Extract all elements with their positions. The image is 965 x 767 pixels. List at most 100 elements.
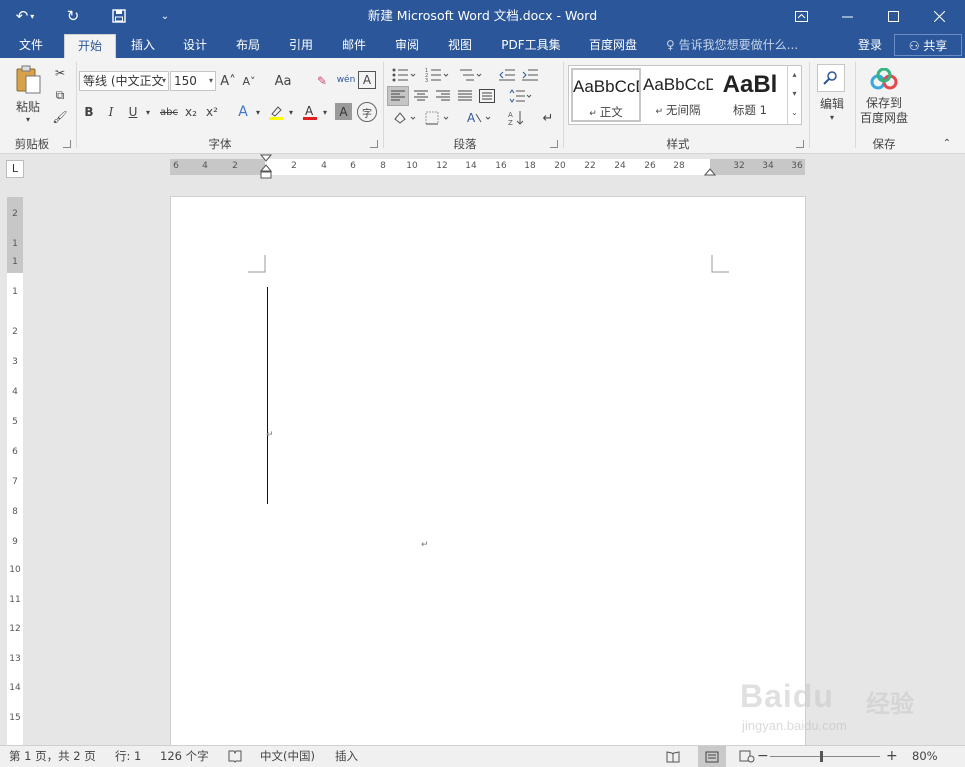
editing-label[interactable]: 编辑 <box>812 95 852 111</box>
change-case-icon[interactable]: Aa <box>268 71 298 91</box>
enclose-characters-icon[interactable]: 字 <box>357 102 377 122</box>
tab-home[interactable]: 开始 <box>64 34 116 58</box>
tab-layout[interactable]: 布局 <box>227 32 269 58</box>
character-border-icon[interactable]: A <box>358 71 376 89</box>
minimize-icon[interactable] <box>824 0 870 32</box>
subscript-button[interactable]: x₂ <box>182 102 200 122</box>
bold-button[interactable]: B <box>80 102 98 122</box>
paste-dropdown-icon[interactable]: ▾ <box>18 114 38 124</box>
sort-icon[interactable]: AZ <box>505 108 527 128</box>
copy-icon[interactable]: ⧉ <box>50 86 70 104</box>
first-line-indent-icon[interactable] <box>259 154 273 183</box>
zoom-in-button[interactable]: + <box>886 746 898 767</box>
share-button[interactable]: ⚇ 共享 <box>894 34 962 56</box>
phonetic-guide-icon[interactable]: wén <box>336 69 356 91</box>
shrink-font-icon[interactable]: A˅ <box>240 71 258 91</box>
zoom-out-button[interactable]: − <box>757 746 769 767</box>
right-indent-icon[interactable] <box>703 166 717 179</box>
styles-launcher-icon[interactable] <box>796 140 804 148</box>
borders-icon[interactable] <box>422 108 452 128</box>
italic-button[interactable]: I <box>102 102 120 122</box>
clear-formatting-icon[interactable]: ✎ <box>312 71 332 91</box>
word-count[interactable]: 126 个字 <box>160 746 209 767</box>
numbering-icon[interactable]: 123 <box>422 65 452 85</box>
paragraph-launcher-icon[interactable] <box>550 140 558 148</box>
save-icon[interactable] <box>104 0 134 32</box>
decrease-indent-icon[interactable] <box>497 65 517 85</box>
text-effects-dropdown-icon[interactable]: ▾ <box>253 102 263 122</box>
align-center-icon[interactable] <box>410 86 432 106</box>
print-layout-icon[interactable] <box>698 746 726 767</box>
styles-scroll-up-icon[interactable]: ▴ <box>787 66 801 85</box>
underline-button[interactable]: U <box>124 102 142 122</box>
read-mode-icon[interactable] <box>666 746 680 767</box>
language-indicator[interactable]: 中文(中国) <box>260 746 315 767</box>
zoom-level[interactable]: 80% <box>912 746 938 767</box>
increase-indent-icon[interactable] <box>520 65 540 85</box>
customize-icon[interactable]: ⌄ <box>150 0 180 32</box>
document-page[interactable]: ↵ ↵ <box>170 196 806 748</box>
tell-me-search[interactable]: ♀ 告诉我您想要做什么... <box>666 32 798 58</box>
justify-icon[interactable] <box>454 86 476 106</box>
tab-review[interactable]: 审阅 <box>386 32 428 58</box>
tab-insert[interactable]: 插入 <box>122 32 164 58</box>
line-number[interactable]: 行: 1 <box>115 746 141 767</box>
tab-references[interactable]: 引用 <box>280 32 322 58</box>
font-color-dropdown-icon[interactable]: ▾ <box>320 102 330 122</box>
styles-scroll-down-icon[interactable]: ▾ <box>787 85 801 104</box>
clipboard-paste-icon[interactable] <box>10 64 46 96</box>
style-normal[interactable]: AaBbCcD ↵ 正文 <box>571 68 641 122</box>
maximize-icon[interactable] <box>870 0 916 32</box>
align-right-icon[interactable] <box>432 86 454 106</box>
insert-mode[interactable]: 插入 <box>335 746 358 767</box>
chinese-layout-icon[interactable]: A <box>464 108 494 128</box>
font-name-combo[interactable]: 等线 (中文正文 ▾ <box>79 71 169 91</box>
superscript-button[interactable]: x² <box>203 102 221 122</box>
shading-icon[interactable] <box>389 108 419 128</box>
align-left-icon[interactable] <box>387 86 409 106</box>
tab-pdf-tools[interactable]: PDF工具集 <box>496 32 566 58</box>
find-icon[interactable] <box>817 64 845 92</box>
multilevel-list-icon[interactable] <box>455 65 485 85</box>
font-color-icon[interactable]: A <box>300 102 320 122</box>
highlight-dropdown-icon[interactable]: ▾ <box>286 102 296 122</box>
tab-mailings[interactable]: 邮件 <box>333 32 375 58</box>
strikethrough-button[interactable]: abc <box>158 102 180 122</box>
zoom-slider[interactable] <box>770 756 880 757</box>
page-count[interactable]: 第 1 页，共 2 页 <box>9 746 96 767</box>
tab-design[interactable]: 设计 <box>174 32 216 58</box>
baidu-netdisk-icon[interactable] <box>870 66 898 94</box>
grow-font-icon[interactable]: A˄ <box>219 71 237 91</box>
repeat-icon[interactable]: ↻ <box>58 0 88 32</box>
tab-view[interactable]: 视图 <box>439 32 481 58</box>
tab-baidu-netdisk[interactable]: 百度网盘 <box>580 32 646 58</box>
clipboard-launcher-icon[interactable] <box>63 140 71 148</box>
paste-label[interactable]: 粘贴 <box>8 98 48 114</box>
vertical-ruler[interactable]: 2 1 1 1 2 3 4 5 6 7 8 9 10 11 12 13 14 15 <box>7 197 23 745</box>
ribbon-display-options-icon[interactable] <box>778 0 824 32</box>
styles-more-icon[interactable]: ⌄ <box>787 104 801 124</box>
login-link[interactable]: 登录 <box>858 32 882 58</box>
underline-dropdown-icon[interactable]: ▾ <box>142 102 154 122</box>
web-layout-icon[interactable] <box>739 746 755 767</box>
text-effects-icon[interactable]: A <box>233 102 253 122</box>
tab-selector[interactable]: L <box>6 160 24 178</box>
line-spacing-icon[interactable] <box>505 86 535 106</box>
show-paragraph-marks-icon[interactable]: ↵ <box>538 108 558 128</box>
font-size-combo[interactable]: 150 ▾ <box>170 71 216 91</box>
save-to-baidu-button[interactable]: 保存到 百度网盘 <box>856 96 912 126</box>
proofing-icon[interactable] <box>228 746 242 767</box>
style-no-spacing[interactable]: AaBbCcD ↵ 无间隔 <box>643 68 713 122</box>
undo-icon[interactable]: ↶ ▾ <box>10 0 40 32</box>
cut-icon[interactable]: ✂ <box>50 64 70 82</box>
tab-file[interactable]: 文件 <box>8 32 54 58</box>
format-painter-icon[interactable]: 🖌 <box>50 108 70 126</box>
distributed-icon[interactable] <box>476 86 498 106</box>
highlight-icon[interactable] <box>266 102 286 122</box>
bullets-icon[interactable] <box>389 65 419 85</box>
style-heading-1[interactable]: AaBl 标题 1 <box>715 68 785 122</box>
font-launcher-icon[interactable] <box>370 140 378 148</box>
zoom-slider-thumb[interactable] <box>820 751 823 762</box>
close-icon[interactable] <box>916 0 962 32</box>
character-shading-icon[interactable]: A <box>335 103 352 120</box>
